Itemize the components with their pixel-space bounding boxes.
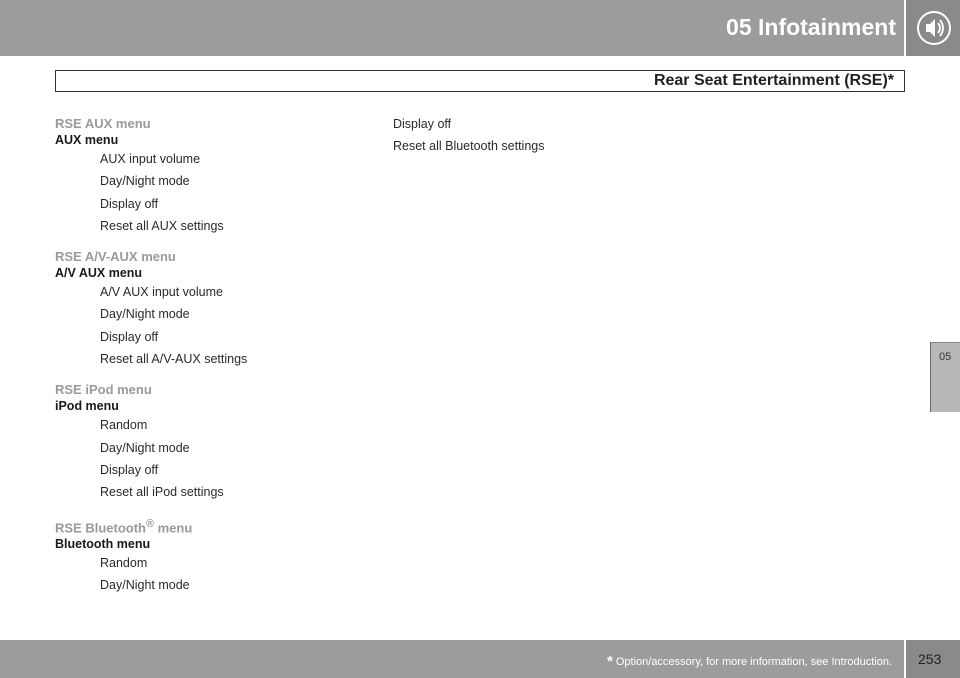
menu-title: RSE iPod menu [55,382,152,398]
content-column-left: RSE AUX menu AUX menu AUX input volume D… [55,115,355,596]
menu-subtitle: iPod menu [55,399,119,414]
speaker-icon [917,11,951,45]
section-title: Rear Seat Entertainment (RSE)* [653,72,894,89]
menu-item: Random [100,555,148,570]
menu-item: Day/Night mode [100,578,190,593]
menu-item: Reset all iPod settings [100,485,224,500]
menu-item: Day/Night mode [100,174,190,189]
header-bar: 05 Infotainment [0,0,960,56]
footer-bar: * Option/accessory, for more information… [0,640,960,678]
menu-item: Random [100,418,148,433]
menu-item: Display off [100,329,159,344]
menu-item-list: Display off Reset all Bluetooth settings [393,113,693,158]
menu-subtitle: Bluetooth menu [55,536,151,551]
chapter-tab-label: 05 [939,351,952,363]
menu-subtitle: AUX menu [55,133,119,147]
menu-item: Reset all A/V-AUX settings [100,352,248,367]
page-number-box: 253 [904,640,960,678]
footnote-text: Option/accessory, for more information, … [612,656,892,668]
menu-title: RSE A/V-AUX menu [55,249,176,265]
menu-item-list: Random Day/Night mode Display off Reset … [55,414,355,503]
menu-item: Day/Night mode [100,307,190,322]
menu-item-list: AUX input volume Day/Night mode Display … [55,148,355,237]
menu-item-list: A/V AUX input volume Day/Night mode Disp… [55,281,355,370]
menu-subtitle: A/V AUX menu [55,266,143,281]
content-column-right: Display off Reset all Bluetooth settings [393,115,693,158]
menu-item: Reset all Bluetooth settings [393,139,545,154]
menu-item: Display off [100,462,159,477]
menu-item: A/V AUX input volume [100,285,223,300]
header-icon-box [904,0,960,56]
menu-item: AUX input volume [100,152,201,166]
menu-item-list: Random Day/Night mode [55,552,355,597]
menu-item: Display off [393,117,452,131]
chapter-title: 05 Infotainment [726,14,896,40]
menu-title: RSE AUX menu [55,116,151,131]
registered-mark: ® [146,517,154,530]
menu-item: Display off [100,196,159,211]
footnote-star: * [606,653,613,670]
footer-note: * Option/accessory, for more information… [606,652,892,670]
chapter-tab: 05 [930,342,960,412]
page-number: 253 [918,651,942,667]
menu-item: Day/Night mode [100,440,190,455]
section-header-frame: Rear Seat Entertainment (RSE)* [55,70,905,92]
menu-item: Reset all AUX settings [100,218,224,233]
menu-title: RSE Bluetooth® menu [55,517,193,535]
